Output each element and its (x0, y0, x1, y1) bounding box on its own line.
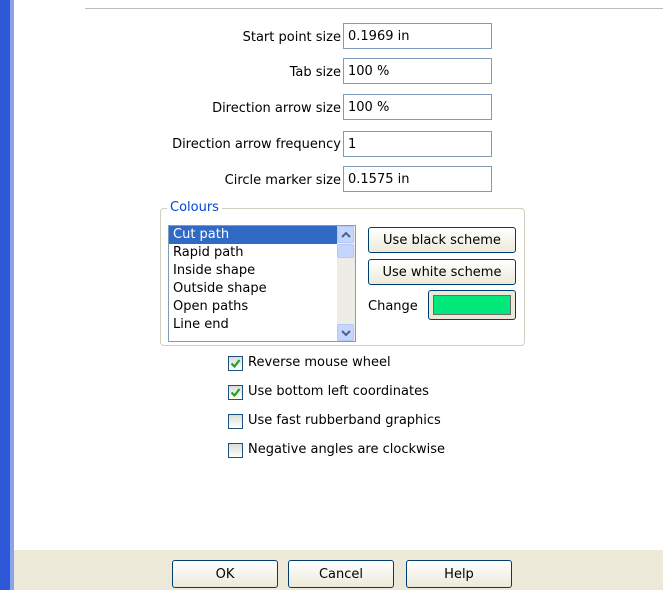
negative-angles-checkbox[interactable] (228, 443, 243, 458)
fast-rubberband-checkbox[interactable] (228, 414, 243, 429)
circle-marker-size-input[interactable] (343, 166, 492, 192)
listbox-scrollbar[interactable] (337, 226, 355, 341)
color-swatch-fill (433, 295, 511, 315)
start-point-size-input[interactable] (343, 23, 492, 49)
list-item-line-end[interactable]: Line end (169, 316, 355, 334)
direction-arrow-frequency-label: Direction arrow frequency (172, 137, 341, 152)
circle-marker-size-label: Circle marker size (224, 173, 341, 188)
scroll-down-button[interactable] (337, 324, 354, 341)
top-divider (85, 8, 663, 9)
bottom-left-coordinates-checkbox[interactable] (228, 385, 243, 400)
list-item-open-paths[interactable]: Open paths (169, 298, 355, 316)
tab-size-label: Tab size (289, 65, 341, 80)
checkmark-icon (230, 359, 241, 369)
colours-group-title: Colours (167, 200, 222, 215)
list-item-inside-shape[interactable]: Inside shape (169, 262, 355, 280)
scroll-thumb[interactable] (337, 244, 354, 258)
help-button[interactable]: Help (406, 560, 512, 588)
window-left-border-inner (10, 0, 14, 590)
checkmark-icon (230, 388, 241, 398)
ok-button[interactable]: OK (172, 560, 278, 588)
change-color-label: Change (368, 299, 418, 314)
scroll-up-button[interactable] (337, 226, 354, 243)
chevron-up-icon (341, 231, 351, 238)
use-black-scheme-button[interactable]: Use black scheme (368, 227, 516, 253)
list-item-rapid-path[interactable]: Rapid path (169, 244, 355, 262)
colour-items-listbox[interactable]: Cut path Rapid path Inside shape Outside… (168, 225, 356, 342)
direction-arrow-size-label: Direction arrow size (212, 101, 341, 116)
fast-rubberband-label: Use fast rubberband graphics (248, 413, 441, 428)
list-item-cut-path[interactable]: Cut path (169, 226, 355, 244)
direction-arrow-frequency-input[interactable] (343, 131, 492, 157)
bottom-left-coordinates-label: Use bottom left coordinates (248, 384, 429, 399)
direction-arrow-size-input[interactable] (343, 94, 492, 120)
use-white-scheme-button[interactable]: Use white scheme (368, 259, 516, 285)
window-left-border (0, 0, 10, 590)
tab-size-input[interactable] (343, 58, 492, 84)
negative-angles-label: Negative angles are clockwise (248, 442, 446, 457)
cancel-button[interactable]: Cancel (288, 560, 394, 588)
reverse-mouse-wheel-label: Reverse mouse wheel (248, 355, 391, 370)
change-color-button[interactable] (428, 290, 516, 320)
start-point-size-label: Start point size (242, 30, 341, 45)
chevron-down-icon (341, 330, 351, 337)
list-item-outside-shape[interactable]: Outside shape (169, 280, 355, 298)
reverse-mouse-wheel-checkbox[interactable] (228, 356, 243, 371)
